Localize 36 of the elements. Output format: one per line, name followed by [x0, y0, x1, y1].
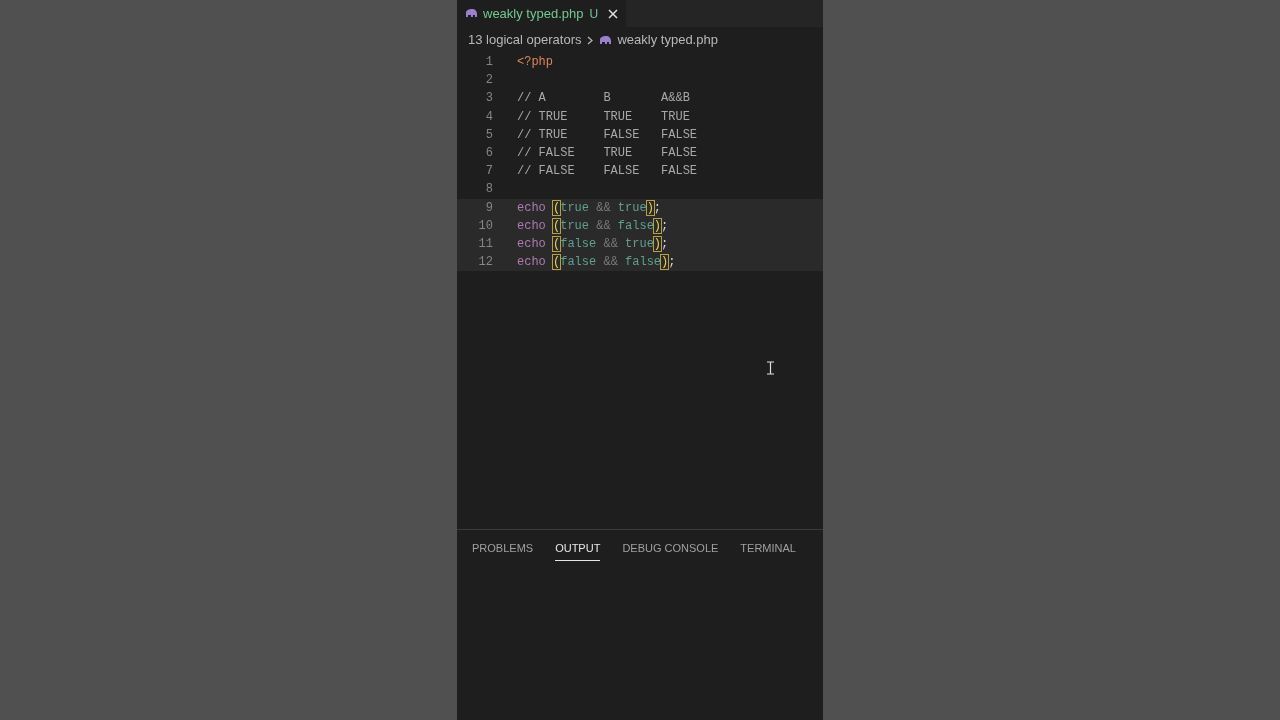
elephant-icon [599, 35, 612, 45]
close-icon[interactable] [608, 8, 619, 19]
breadcrumb-file[interactable]: weakly typed.php [617, 30, 718, 50]
line-number: 8 [484, 181, 493, 199]
editor-tab[interactable]: weakly typed.php U [457, 0, 627, 27]
panel-tab[interactable]: PROBLEMS [472, 540, 534, 561]
line-number: 7 [484, 163, 493, 181]
code-line: echo (false && true); [517, 235, 669, 253]
line-number: 5 [484, 126, 493, 144]
line-number: 3 [484, 90, 493, 108]
breadcrumb-folder[interactable]: 13 logical operators [468, 30, 582, 50]
code-line: // TRUE TRUE TRUE [517, 108, 690, 126]
code-line: // FALSE FALSE FALSE [517, 163, 698, 181]
elephant-icon [465, 9, 477, 18]
chevron-icon [587, 35, 594, 45]
code-line: <?php [517, 54, 553, 72]
code-line: echo (true && true); [517, 199, 662, 217]
line-number: 11 [477, 235, 493, 253]
line-number: 12 [477, 254, 493, 272]
text-cursor-icon [767, 361, 774, 375]
line-number: 10 [477, 217, 493, 235]
panel-tab[interactable]: TERMINAL [740, 540, 796, 561]
line-number: 4 [484, 108, 493, 126]
line-number: 2 [484, 72, 493, 90]
code-line: // FALSE TRUE FALSE [517, 145, 698, 163]
line-number: 1 [484, 54, 493, 72]
code-line: // TRUE FALSE FALSE [517, 126, 698, 144]
panel-tab[interactable]: DEBUG CONSOLE [622, 540, 719, 561]
code-line: // A B A&&B [517, 90, 690, 108]
code-line: echo (true && false); [517, 217, 669, 235]
line-number: 6 [484, 145, 493, 163]
git-status-label: U [589, 5, 599, 23]
code-line: echo (false && false); [517, 254, 676, 272]
tab-label: weakly typed.php [483, 4, 584, 23]
panel-tab[interactable]: OUTPUT [555, 540, 601, 561]
line-number: 9 [484, 199, 493, 217]
